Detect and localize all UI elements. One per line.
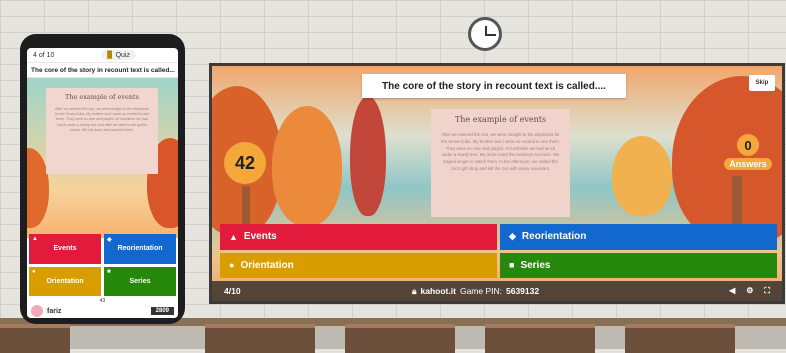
quiz-mode-label: Quiz	[115, 51, 130, 59]
phone-screen: 4 of 10 ▉ Quiz The core of the story in …	[27, 48, 178, 318]
phone-answer-grid: ▲ Events ◆ Reorientation ● Orientation ■…	[29, 234, 176, 296]
card-text: After we entered the zoo, we went straig…	[54, 107, 150, 132]
site-name: kahoot.it	[420, 286, 456, 296]
diamond-icon: ◆	[107, 237, 112, 243]
circle-icon: ●	[229, 260, 235, 271]
volume-icon[interactable]: ◀	[729, 286, 735, 296]
bar-controls: ◀ ⚙ ⛶	[729, 286, 782, 296]
clock-icon	[468, 17, 502, 51]
answer-orientation[interactable]: ● Orientation	[220, 252, 497, 278]
skip-button[interactable]: Skip	[749, 75, 775, 91]
player-name: fariz	[47, 307, 62, 315]
answer-label: Reorientation	[117, 245, 163, 253]
answer-grid: ▲ Events ◆ Reorientation ● Orientation ■…	[220, 224, 777, 278]
answers-label: Answers	[724, 158, 772, 170]
answers-count: 0	[737, 134, 759, 156]
answer-label: Events	[243, 231, 277, 243]
question-progress: 4 of 10	[33, 51, 55, 59]
player-bar: fariz 2809	[27, 304, 178, 318]
answer-label: Orientation	[46, 277, 84, 285]
lock-icon: 🔒︎	[412, 285, 417, 296]
phone-answer-series[interactable]: ■ Series	[104, 266, 176, 296]
phone-answer-orientation[interactable]: ● Orientation	[29, 266, 101, 296]
quiz-mode-icon: ▉	[107, 52, 113, 59]
phone-question: The core of the story in recount text is…	[27, 62, 178, 78]
avatar	[31, 305, 43, 317]
square-icon: ■	[107, 268, 111, 275]
card-title: The example of events	[64, 93, 140, 101]
phone-header: 4 of 10 ▉ Quiz	[27, 48, 178, 62]
diamond-icon: ◆	[509, 231, 516, 242]
answer-label: Orientation	[240, 259, 294, 271]
quiz-mode-badge: ▉ Quiz	[101, 50, 136, 60]
answer-label: Events	[53, 245, 77, 253]
circle-icon: ●	[32, 268, 36, 275]
answer-label: Series	[520, 259, 551, 271]
player-score: 2809	[150, 307, 174, 315]
phone-answer-events[interactable]: ▲ Events	[29, 234, 101, 264]
triangle-icon: ▲	[32, 236, 38, 242]
phone-device: 4 of 10 ▉ Quiz The core of the story in …	[20, 34, 185, 324]
countdown-timer: 42	[224, 142, 266, 184]
question-progress: 4/10	[224, 286, 241, 296]
square-icon: ■	[509, 260, 515, 271]
game-pin: 5639132	[506, 286, 540, 296]
pin-label: Game PIN:	[459, 286, 502, 296]
answer-reorientation[interactable]: ◆ Reorientation	[500, 224, 777, 250]
answer-series[interactable]: ■ Series	[500, 252, 777, 278]
game-board: The core of the story in recount text is…	[209, 63, 785, 304]
card-title: The example of events	[454, 115, 547, 124]
answers-counter: 0 Answers	[724, 134, 772, 170]
phone-answer-reorientation[interactable]: ◆ Reorientation	[104, 234, 176, 264]
bottom-bar: 4/10 🔒︎ kahoot.it Game PIN: 5639132 ◀ ⚙ …	[212, 281, 782, 301]
question-title: The core of the story in recount text is…	[362, 74, 626, 98]
game-pin-info: 🔒︎ kahoot.it Game PIN: 5639132	[412, 286, 729, 297]
answer-label: Reorientation	[521, 231, 587, 243]
answer-events[interactable]: ▲ Events	[220, 224, 497, 250]
fullscreen-icon[interactable]: ⛶	[764, 286, 770, 296]
triangle-icon: ▲	[229, 231, 238, 242]
settings-icon[interactable]: ⚙	[746, 286, 753, 296]
phone-question-image: The example of events After we entered t…	[46, 88, 158, 174]
question-image: The example of events After we entered t…	[431, 109, 570, 217]
card-text: After we entered the zoo, we went straig…	[441, 132, 560, 171]
answer-label: Series	[129, 277, 151, 285]
